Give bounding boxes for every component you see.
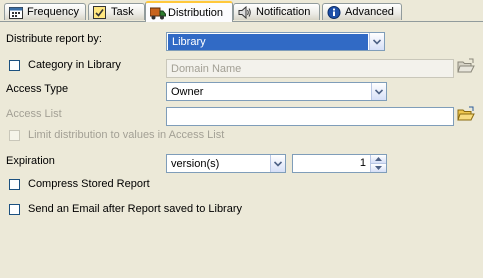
tab-distribution[interactable]: Distribution: [145, 1, 233, 22]
expiration-label: Expiration: [6, 155, 55, 167]
stepper-buttons: [370, 155, 386, 172]
access-type-value: Owner: [171, 85, 204, 98]
compress-label: Compress Stored Report: [28, 178, 150, 190]
limit-distribution-checkbox[interactable]: [9, 130, 20, 141]
distribute-by-label: Distribute report by:: [6, 33, 102, 45]
tab-label: Distribution: [168, 6, 224, 19]
info-icon: [327, 5, 341, 19]
expiration-count-stepper[interactable]: 1: [292, 154, 387, 173]
access-type-label: Access Type: [6, 83, 69, 95]
access-list-input[interactable]: [166, 107, 454, 126]
access-list-browse-button[interactable]: [456, 106, 476, 125]
expiration-count-value: 1: [359, 157, 366, 169]
distribute-by-value: Library: [168, 33, 368, 50]
stepper-up-button[interactable]: [370, 155, 386, 163]
stepper-down-button[interactable]: [370, 163, 386, 172]
category-domain-input[interactable]: Domain Name: [166, 59, 454, 78]
category-browse-button[interactable]: [456, 58, 476, 77]
tab-notification[interactable]: Notification: [233, 3, 320, 20]
distribution-panel: Distribute report by: Library Category i…: [0, 21, 483, 278]
category-label: Category in Library: [28, 59, 121, 71]
calendar-icon: [9, 6, 23, 19]
chevron-down-icon: [375, 166, 382, 170]
chevron-down-icon[interactable]: [270, 155, 285, 172]
folder-open-icon: [457, 58, 475, 77]
folder-open-icon: [457, 106, 475, 125]
category-checkbox[interactable]: [9, 60, 20, 71]
send-email-checkbox[interactable]: [9, 204, 20, 215]
tab-label: Advanced: [345, 6, 394, 18]
tab-bar: Frequency Task Distribution Notification…: [0, 0, 483, 22]
tab-label: Task: [111, 6, 134, 18]
task-icon: [93, 5, 107, 19]
expiration-unit-value: version(s): [171, 157, 220, 170]
chevron-up-icon: [375, 157, 382, 161]
truck-icon: [149, 6, 166, 20]
send-email-label: Send an Email after Report saved to Libr…: [28, 203, 243, 215]
tab-task[interactable]: Task: [88, 3, 145, 20]
access-type-select[interactable]: Owner: [166, 82, 387, 101]
chevron-down-icon[interactable]: [369, 33, 384, 50]
tab-frequency[interactable]: Frequency: [4, 3, 86, 20]
chevron-down-icon[interactable]: [371, 83, 386, 100]
tab-advanced[interactable]: Advanced: [322, 3, 402, 20]
compress-checkbox[interactable]: [9, 179, 20, 190]
expiration-unit-select[interactable]: version(s): [166, 154, 286, 173]
tab-label: Notification: [256, 6, 311, 18]
limit-distribution-label: Limit distribution to values in Access L…: [28, 129, 225, 141]
speaker-icon: [238, 5, 252, 19]
tab-label: Frequency: [27, 6, 79, 18]
distribute-by-select[interactable]: Library: [166, 32, 385, 51]
access-list-label: Access List: [6, 108, 62, 120]
